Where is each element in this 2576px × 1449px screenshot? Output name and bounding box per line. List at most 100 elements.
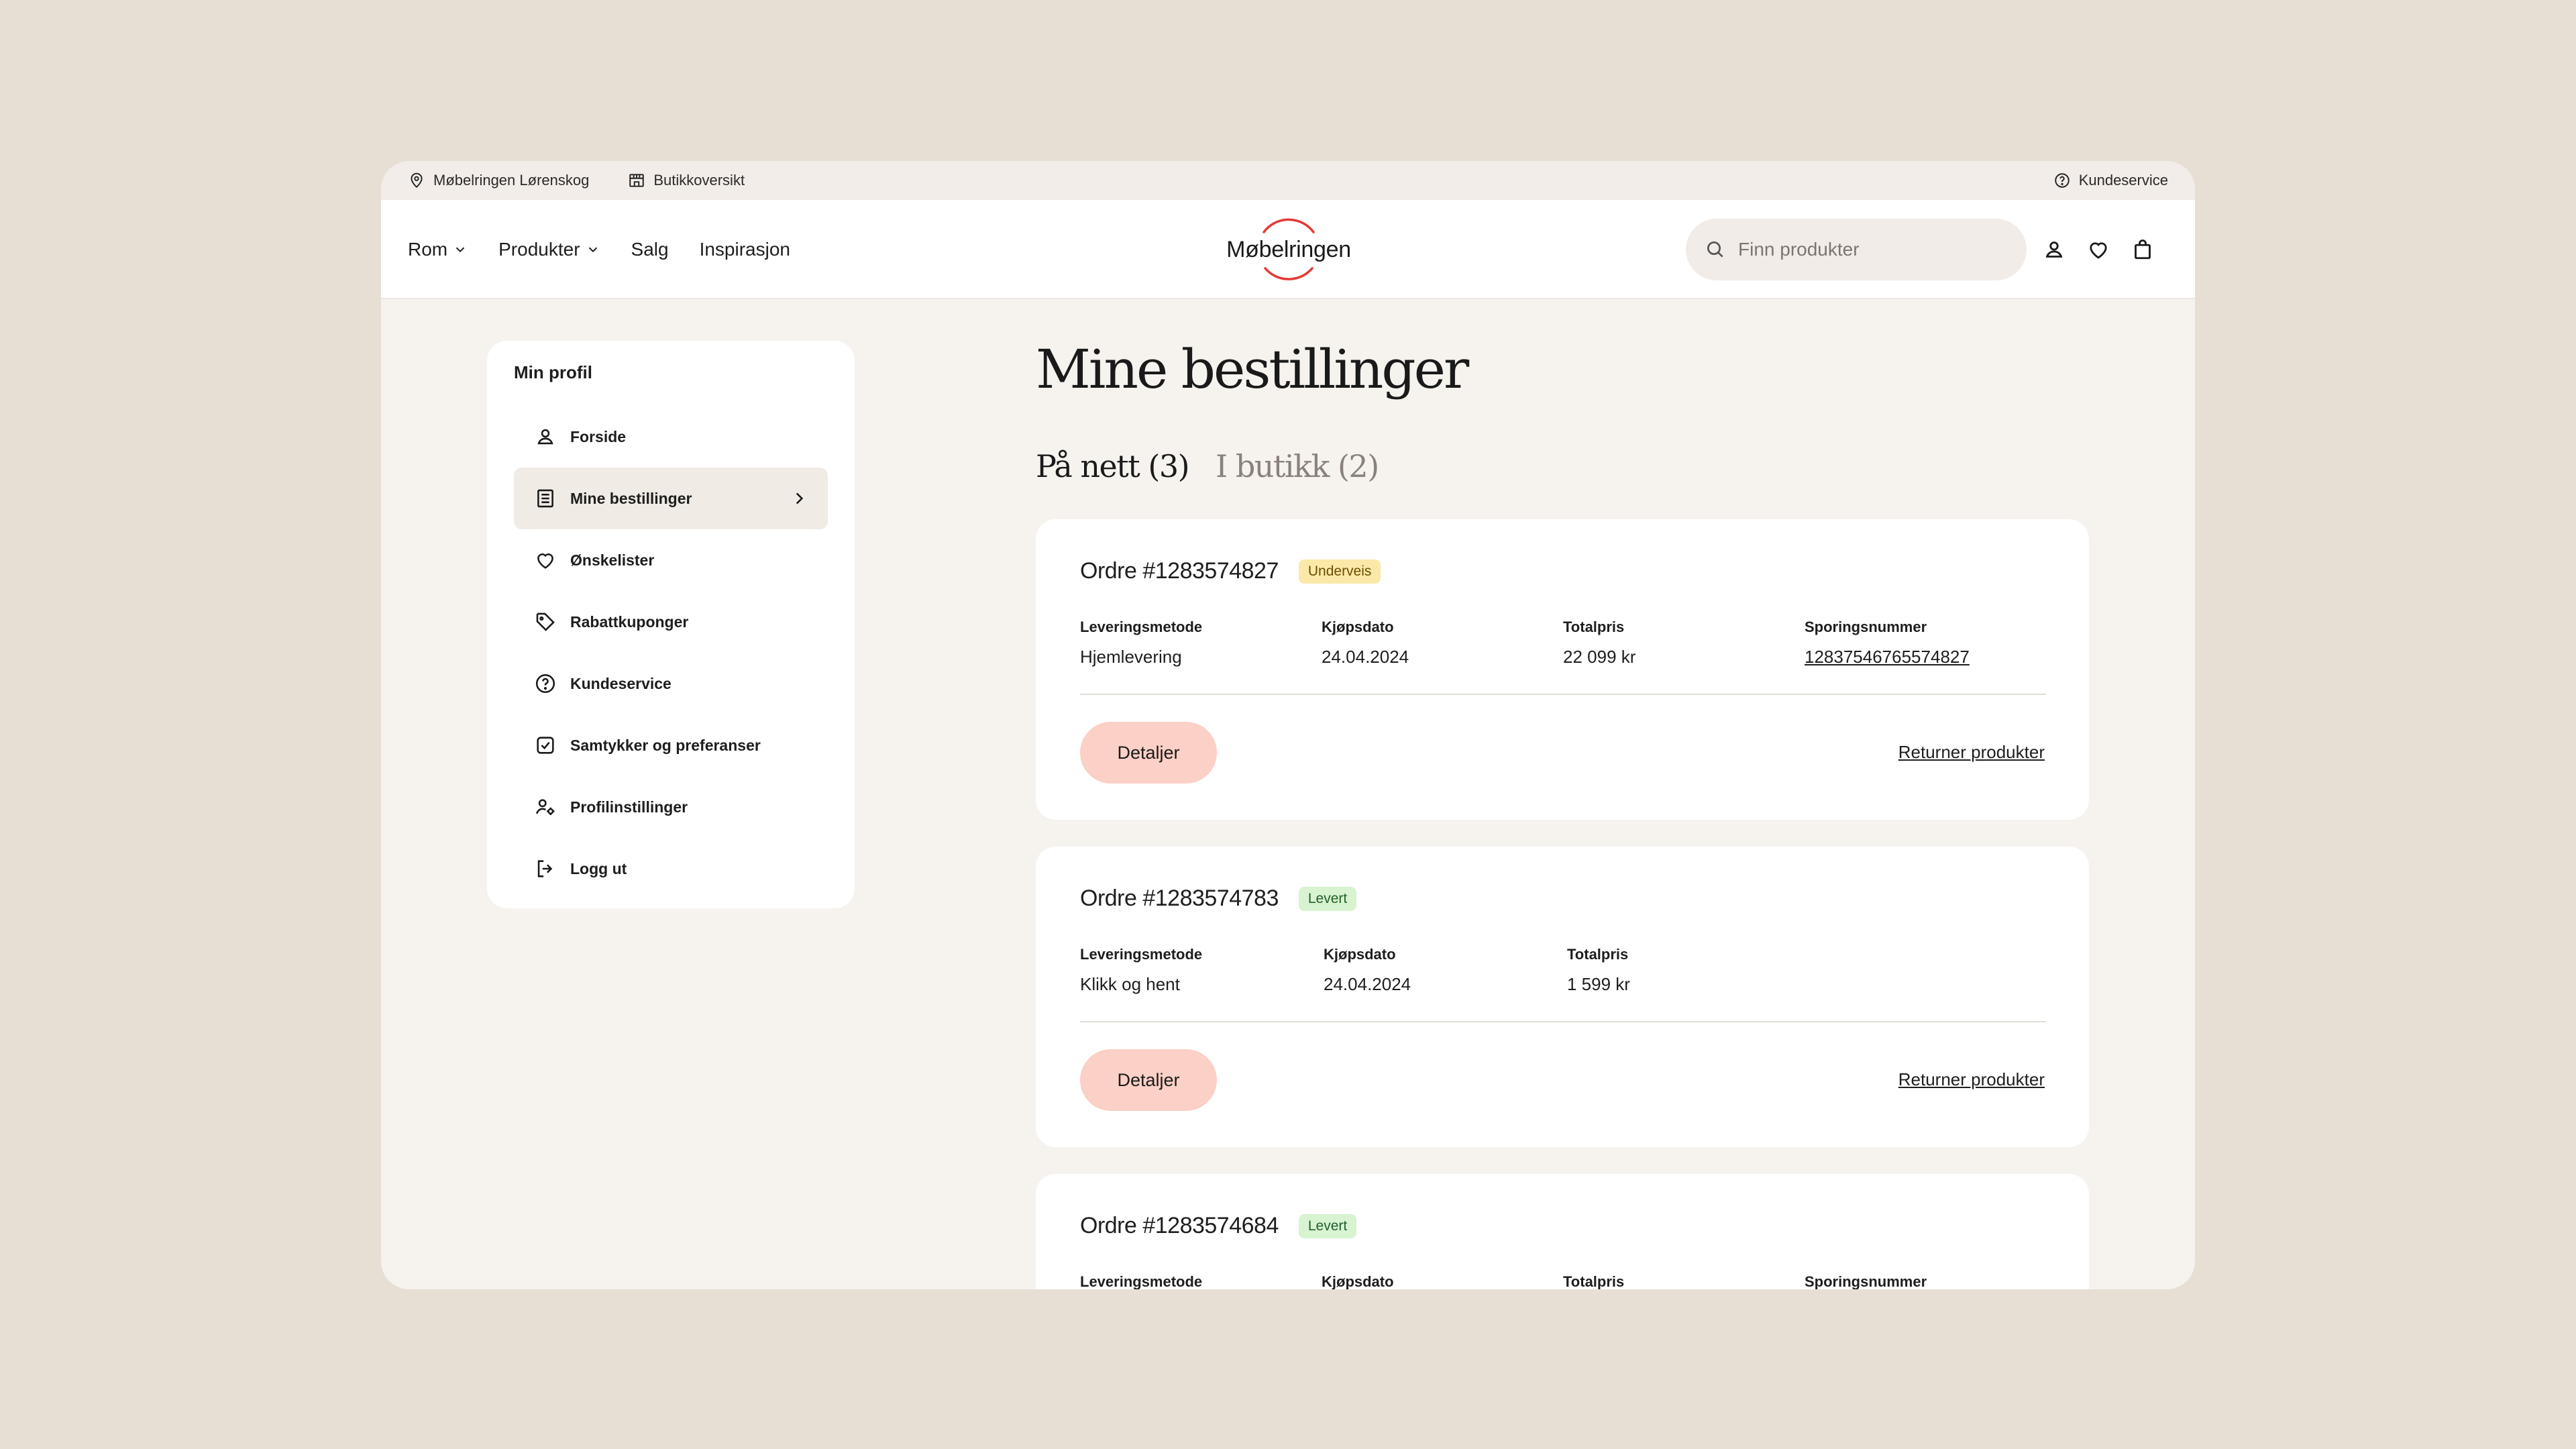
field-label: Leveringsmetode — [1080, 946, 1203, 963]
field-delivery-method: Leveringsmetode — [1080, 1273, 1322, 1289]
field-label: Leveringsmetode — [1080, 619, 1203, 635]
sidebar-item-label: Rabattkuponger — [570, 612, 689, 631]
search-placeholder: Finn produkter — [1738, 239, 1860, 260]
nav-sale-label: Salg — [631, 239, 669, 260]
field-label: Totalpris — [1567, 946, 1629, 963]
sidebar-item-forside[interactable]: Forside — [514, 406, 828, 468]
sidebar-item-label: Ønskelister — [570, 551, 655, 569]
site-header: Rom Produkter Salg Inspirasjon Møbelring… — [381, 200, 2195, 299]
sidebar-item-mine-bestillinger[interactable]: Mine bestillinger — [514, 468, 828, 529]
page-title: Mine bestillinger — [1036, 338, 1469, 400]
logout-icon — [537, 860, 553, 877]
field-purchase-date: Kjøpsdato 24.04.2024 — [1324, 946, 1567, 995]
sidebar-item-label: Samtykker og preferanser — [570, 736, 761, 754]
sidebar-item-rabattkuponger[interactable]: Rabattkuponger — [514, 591, 828, 653]
order-id: Ordre #1283574783 — [1080, 885, 1279, 911]
sidebar-item-logg-ut[interactable]: Logg ut — [514, 838, 828, 900]
order-card: Ordre #1283574783 Levert Leveringsmetode… — [1036, 847, 2089, 1147]
order-header: Ordre #1283574783 Levert — [1080, 885, 1357, 912]
field-delivery-method: Leveringsmetode Hjemlevering — [1080, 619, 1322, 667]
chevron-down-icon — [455, 247, 465, 253]
order-fields: Leveringsmetode Hjemlevering Kjøpsdato 2… — [1080, 619, 2046, 667]
field-label: Sporingsnummer — [1805, 619, 1927, 635]
order-tabs: På nett (3) I butikk (2) — [1036, 448, 1379, 484]
status-badge: Levert — [1298, 886, 1357, 911]
sidebar-item-kundeservice[interactable]: Kundeservice — [514, 653, 828, 714]
tracking-number-link[interactable]: 12837546765574827 — [1805, 647, 2046, 667]
divider — [1080, 1021, 2046, 1022]
account-icon[interactable] — [2042, 237, 2066, 262]
chevron-right-icon — [796, 492, 804, 504]
order-header: Ordre #1283574684 Levert — [1080, 1213, 1357, 1239]
field-value: 1 599 kr — [1567, 974, 1630, 994]
sidebar-item-label: Kundeservice — [570, 674, 672, 692]
store-location-link[interactable]: Møbelringen Lørenskog — [408, 172, 589, 189]
field-value: 24.04.2024 — [1324, 974, 1411, 994]
field-total-price: Totalpris — [1563, 1273, 1805, 1289]
nav-sale[interactable]: Salg — [631, 239, 669, 260]
tag-icon — [536, 612, 555, 631]
wishlist-heart-icon[interactable] — [2086, 237, 2110, 262]
storefront-icon — [629, 174, 645, 187]
field-label: Totalpris — [1563, 1273, 1625, 1289]
divider — [1080, 694, 2046, 695]
checkbox-icon — [537, 737, 554, 754]
sidebar-item-label: Logg ut — [570, 859, 627, 877]
nav-inspiration[interactable]: Inspirasjon — [700, 239, 790, 260]
help-icon — [535, 674, 555, 694]
field-value: Hjemlevering — [1080, 647, 1182, 667]
main-nav: Rom Produkter Salg Inspirasjon — [408, 200, 790, 299]
sidebar-item-label: Profilinstillinger — [570, 798, 688, 816]
order-fields: Leveringsmetode Kjøpsdato Totalpris Spor… — [1080, 1273, 2046, 1289]
field-value: 24.04.2024 — [1322, 647, 1409, 667]
field-purchase-date: Kjøpsdato 24.04.2024 — [1322, 619, 1563, 667]
status-badge: Underveis — [1298, 559, 1381, 584]
details-button[interactable]: Detaljer — [1080, 722, 1217, 784]
field-value: 22 099 kr — [1563, 647, 1636, 667]
header-actions — [2042, 200, 2155, 299]
help-circle-icon — [2054, 173, 2070, 188]
return-products-link[interactable]: Returner produkter — [1898, 1069, 2045, 1090]
user-icon — [537, 429, 553, 445]
sidebar-item-samtykker[interactable]: Samtykker og preferanser — [514, 714, 828, 776]
field-label: Sporingsnummer — [1805, 1273, 1927, 1289]
field-total-price: Totalpris 22 099 kr — [1563, 619, 1805, 667]
order-card: Ordre #1283574684 Levert Leveringsmetode… — [1036, 1174, 2089, 1289]
stores-overview-link[interactable]: Butikkoversikt — [628, 172, 745, 189]
tab-online[interactable]: På nett (3) — [1036, 448, 1190, 484]
field-tracking-number: Sporingsnummer — [1805, 1273, 2046, 1289]
orders-list-icon — [537, 489, 553, 508]
sidebar-item-onskelister[interactable]: Ønskelister — [514, 529, 828, 591]
nav-rooms[interactable]: Rom — [408, 239, 468, 260]
tab-in-store[interactable]: I butikk (2) — [1216, 448, 1379, 484]
brand-logo[interactable]: Møbelringen — [1225, 215, 1352, 284]
field-delivery-method: Leveringsmetode Klikk og hent — [1080, 946, 1324, 995]
field-purchase-date: Kjøpsdato — [1322, 1273, 1563, 1289]
user-settings-icon — [536, 799, 555, 816]
location-pin-icon — [411, 172, 423, 189]
shopping-bag-icon[interactable] — [2131, 237, 2155, 262]
return-products-link[interactable]: Returner produkter — [1898, 742, 2045, 763]
utility-bar: Møbelringen Lørenskog Butikkoversikt Kun… — [381, 161, 2195, 200]
sidebar-item-profilinstillinger[interactable]: Profilinstillinger — [514, 776, 828, 838]
nav-inspiration-label: Inspirasjon — [699, 239, 790, 260]
stores-overview-label: Butikkoversikt — [653, 172, 745, 189]
profile-sidebar: Min profil Forside Mine bestillinger Øns… — [487, 341, 855, 908]
heart-icon — [537, 553, 553, 569]
details-button[interactable]: Detaljer — [1080, 1049, 1217, 1111]
store-name: Møbelringen Lørenskog — [433, 172, 590, 189]
order-card: Ordre #1283574827 Underveis Leveringsmet… — [1036, 519, 2089, 820]
field-tracking-number: Sporingsnummer 12837546765574827 — [1805, 619, 2046, 667]
nav-products[interactable]: Produkter — [498, 239, 600, 260]
field-label: Kjøpsdato — [1324, 946, 1396, 963]
sidebar-title: Min profil — [514, 362, 592, 382]
field-value: Klikk og hent — [1080, 974, 1180, 994]
customer-service-label: Kundeservice — [2078, 172, 2168, 189]
field-label: Kjøpsdato — [1322, 1273, 1394, 1289]
search-box[interactable]: Finn produkter — [1686, 219, 2027, 280]
field-label: Totalpris — [1563, 619, 1625, 635]
field-total-price: Totalpris 1 599 kr — [1567, 946, 1811, 995]
customer-service-link[interactable]: Kundeservice — [2053, 172, 2168, 189]
order-id: Ordre #1283574684 — [1080, 1213, 1279, 1238]
order-header: Ordre #1283574827 Underveis — [1080, 558, 1381, 584]
